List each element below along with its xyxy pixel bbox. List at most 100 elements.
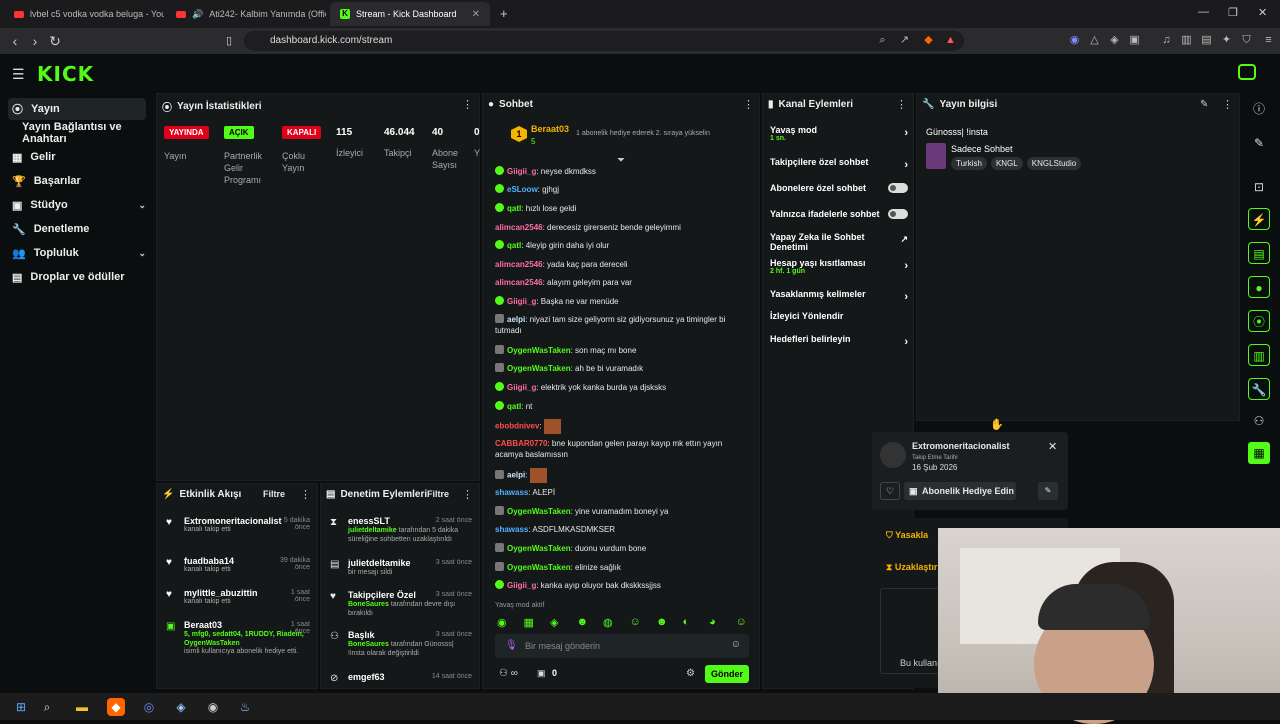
menu-icon[interactable]: ≡ (1262, 34, 1275, 47)
chat-icon[interactable]: ● (1248, 276, 1270, 298)
kick-logo[interactable]: KICK (37, 62, 94, 86)
ban-button[interactable]: ⛉ Yasakla (886, 530, 928, 541)
chat-username[interactable]: Giigii_g (507, 581, 536, 590)
info-icon[interactable]: ⓘ (1248, 98, 1270, 120)
chat-username[interactable]: Giigii_g (507, 297, 536, 306)
users-icon[interactable]: ⚇ (1248, 410, 1270, 432)
channel-action-item[interactable]: İzleyici Yönlendir (770, 311, 908, 321)
lightning-icon[interactable]: ⚡ (1248, 208, 1270, 230)
activity-menu-icon[interactable]: ⋮ (300, 488, 311, 501)
moderation-actor[interactable]: julietdeltamike (348, 527, 397, 534)
chat-username[interactable]: OygenWasTaken (507, 563, 571, 572)
gift-icon[interactable]: ▣ (537, 668, 546, 679)
steam-icon[interactable]: ♨ (236, 698, 254, 716)
chat-username[interactable]: ebobdnivev (495, 422, 539, 431)
sidebar-item-denetleme[interactable]: 🔧 Denetleme (8, 218, 146, 240)
wallet-icon[interactable]: ▤ (1200, 34, 1213, 47)
chat-username[interactable]: alimcan2546 (495, 223, 543, 232)
close-tab-icon[interactable]: ✕ (472, 9, 480, 20)
channel-action-item[interactable]: Takipçilere özel sohbet › (770, 157, 908, 171)
tag[interactable]: KNGLStudio (1026, 157, 1082, 170)
follow-heart-button[interactable]: ♡ (880, 482, 900, 500)
channel-action-item[interactable]: Yavaş mod 1 sn. › (770, 125, 908, 142)
emoji-icon[interactable]: ☺ (731, 639, 741, 650)
moderation-actor[interactable]: BoneSaures (348, 641, 389, 648)
brave-shield-icon[interactable]: ◆ (922, 34, 935, 47)
maximize-icon[interactable]: ❐ (1228, 6, 1238, 19)
tab-kick-dashboard[interactable]: K Stream - Kick Dashboard ✕ (330, 2, 490, 26)
activity-filter[interactable]: Filtre (263, 489, 285, 499)
music-icon[interactable]: ♫ (1160, 34, 1173, 47)
file-explorer-icon[interactable]: ▬ (73, 698, 91, 716)
chat-username[interactable]: aelpi (507, 471, 525, 480)
emote-icon[interactable]: ◍ (603, 616, 613, 629)
hamburger-menu-icon[interactable]: ☰ (12, 66, 25, 83)
pinned-user[interactable]: Beraat03 (531, 124, 569, 134)
minimize-icon[interactable]: — (1198, 6, 1209, 18)
windows-start-icon[interactable]: ⊞ (12, 698, 30, 716)
extension-icon[interactable]: ◉ (1068, 34, 1081, 47)
chat-menu-icon[interactable]: ⋮ (743, 98, 754, 111)
moderation-actor[interactable]: BoneSaures (348, 601, 389, 608)
emote-icon[interactable]: ◈ (550, 616, 558, 629)
extension-icon[interactable]: △ (1088, 34, 1101, 47)
chat-username[interactable]: shawass (495, 525, 528, 534)
channel-action-item[interactable]: Hesap yaşı kısıtlaması 2 hf. 1 gün › (770, 258, 908, 275)
chat-username[interactable]: Giigii_g (507, 383, 536, 392)
sidebar-item-topluluk[interactable]: 👥 Topluluk ⌄ (8, 242, 146, 264)
emote-icon[interactable]: ☻ (577, 616, 589, 628)
chat-username[interactable]: aelpi (507, 315, 525, 324)
grid-icon[interactable]: ▦ (1248, 442, 1270, 464)
wrench-icon[interactable]: 🔧 (1248, 378, 1270, 400)
tag[interactable]: KNGL (990, 157, 1023, 170)
close-window-icon[interactable]: ✕ (1258, 6, 1267, 19)
chat-username[interactable]: shawass (495, 488, 528, 497)
extension-icon[interactable]: ◈ (1108, 34, 1121, 47)
panel-icon[interactable]: ▥ (1248, 344, 1270, 366)
sidebar-item-studyo[interactable]: ▣ Stüdyo ⌄ (8, 194, 146, 216)
chat-username[interactable]: qatl (507, 241, 521, 250)
chat-username[interactable]: alimcan2546 (495, 278, 543, 287)
sidebar-item-basarilar[interactable]: 🏆 Başarılar (8, 170, 146, 192)
emote-icon[interactable]: ◉ (497, 616, 507, 629)
sidebar-item-stream-key[interactable]: Yayın Bağlantısı ve Anahtarı (18, 121, 158, 145)
moderation-menu-icon[interactable]: ⋮ (462, 488, 473, 501)
reload-icon[interactable]: ↻ (46, 32, 64, 50)
tab-youtube-1[interactable]: lvbel c5 vodka vodka beluga - YouTu (4, 2, 164, 26)
url-field[interactable]: dashboard.kick.com/stream (244, 31, 964, 51)
mute-icon[interactable]: ✎ (1038, 482, 1058, 500)
chat-username[interactable]: qatl (507, 204, 521, 213)
vpn-icon[interactable]: ⛉ (1240, 34, 1253, 47)
brave-rewards-icon[interactable]: ▲ (944, 34, 957, 47)
moderation-filter[interactable]: Filtre (427, 489, 449, 499)
app-icon[interactable]: ◈ (172, 698, 190, 716)
chat-username[interactable]: OygenWasTaken (507, 364, 571, 373)
chat-username[interactable]: CABBAR0770 (495, 439, 547, 448)
emote-icon[interactable]: ☻ (656, 616, 668, 628)
sidebar-item-yayin[interactable]: ⦿ Yayın (8, 98, 146, 120)
points-icon[interactable]: ⚇ ∞ (499, 668, 518, 679)
list-icon[interactable]: ▤ (1248, 242, 1270, 264)
emote-icon[interactable]: ◕ (709, 616, 716, 628)
tab-youtube-2[interactable]: 🔊 Ati242- Kalbim Yanımda (Official (166, 2, 326, 26)
stats-menu-icon[interactable]: ⋮ (462, 98, 473, 111)
actions-menu-icon[interactable]: ⋮ (896, 98, 907, 111)
edit-icon[interactable]: ✎ (1248, 132, 1270, 154)
chat-username[interactable]: alimcan2546 (495, 260, 543, 269)
obs-icon[interactable]: ◉ (204, 698, 222, 716)
forward-icon[interactable]: › (26, 32, 44, 50)
chat-username[interactable]: qatl (507, 402, 521, 411)
chat-username[interactable]: OygenWasTaken (507, 507, 571, 516)
brave-icon[interactable]: ◆ (107, 698, 125, 716)
edit-icon[interactable]: ✎ (1200, 99, 1208, 110)
sidebar-item-droplar[interactable]: ▤ Droplar ve ödüller (8, 266, 146, 288)
channel-action-item[interactable]: Yalnızca ifadelerle sohbet (770, 209, 908, 219)
chat-username[interactable]: OygenWasTaken (507, 346, 571, 355)
bookmark-icon[interactable]: ▯ (220, 32, 238, 50)
toggle-switch[interactable] (888, 183, 908, 193)
chat-input[interactable]: 🎙 Bir mesaj gönderin ☺ (495, 634, 749, 658)
channel-action-item[interactable]: Abonelere özel sohbet (770, 183, 908, 193)
chat-username[interactable]: OygenWasTaken (507, 544, 571, 553)
new-tab-icon[interactable]: + (500, 6, 508, 21)
emote-icon[interactable]: ◐ (683, 616, 690, 628)
